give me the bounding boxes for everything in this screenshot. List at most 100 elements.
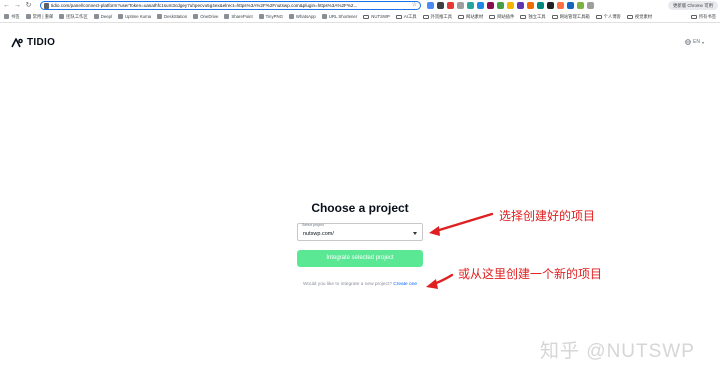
bookmark-label: URL Shortener bbox=[328, 14, 358, 19]
folder-icon bbox=[363, 14, 370, 19]
extension-icon[interactable] bbox=[487, 2, 494, 9]
extension-icon[interactable] bbox=[427, 2, 434, 9]
folder-icon bbox=[595, 14, 602, 19]
extension-icon[interactable] bbox=[467, 2, 474, 9]
extension-icon[interactable] bbox=[527, 2, 534, 9]
site-icon bbox=[288, 14, 294, 19]
extension-icon[interactable] bbox=[537, 2, 544, 9]
bookmark-item[interactable]: 个人博客 bbox=[595, 13, 621, 20]
bookmark-item[interactable]: 视觉素材 bbox=[626, 13, 653, 20]
all-bookmarks-label: 所有书签 bbox=[698, 13, 716, 19]
site-icon bbox=[59, 14, 65, 19]
extension-icon[interactable] bbox=[557, 2, 564, 9]
folder-icon bbox=[489, 14, 496, 19]
create-one-link[interactable]: Create one bbox=[393, 282, 417, 287]
extension-icon[interactable] bbox=[507, 2, 514, 9]
bookmark-item[interactable]: 网站插件 bbox=[489, 14, 514, 20]
bookmark-label: 常用 | 重邮 bbox=[32, 13, 54, 19]
arrowhead-icon bbox=[429, 226, 440, 236]
update-chrome-button[interactable]: 更新版 Chrome 可用 bbox=[668, 1, 718, 10]
bookmark-label: 网站插件 bbox=[497, 13, 515, 19]
site-icon bbox=[224, 14, 230, 19]
bookmark-item[interactable]: SharePoint bbox=[224, 14, 253, 19]
bookmark-label: 个人博客 bbox=[603, 13, 621, 19]
project-select[interactable]: Select project nutswp.com/ bbox=[297, 223, 423, 241]
bookmark-label: 网站素材 bbox=[466, 13, 484, 19]
select-label: Select project bbox=[302, 223, 324, 227]
reload-icon[interactable]: ↻ bbox=[24, 1, 33, 10]
extension-icon[interactable] bbox=[517, 2, 524, 9]
bookmark-item[interactable]: TinyPNG bbox=[258, 14, 283, 19]
star-icon[interactable]: ☆ bbox=[412, 2, 417, 9]
bookmark-label: DeskStation bbox=[164, 14, 188, 19]
globe-icon bbox=[685, 39, 691, 45]
site-icon bbox=[93, 14, 99, 19]
arrow-to-select bbox=[434, 212, 494, 233]
annotation-select-hint: 选择创建好的项目 bbox=[499, 209, 596, 223]
extension-icon[interactable] bbox=[587, 2, 594, 9]
bookmark-icon bbox=[4, 14, 9, 19]
extension-icon[interactable] bbox=[477, 2, 484, 9]
bookmark-label: 视觉素材 bbox=[634, 13, 653, 19]
extension-icon[interactable] bbox=[567, 2, 574, 9]
bookmark-item[interactable]: 网站管理工具箱 bbox=[551, 14, 590, 20]
folder-icon bbox=[395, 14, 402, 19]
annotation-create-hint: 或从这里创建一个新的项目 bbox=[458, 267, 603, 281]
extension-icon[interactable] bbox=[437, 2, 444, 9]
extension-icon[interactable] bbox=[497, 2, 504, 9]
lock-icon[interactable] bbox=[44, 3, 49, 9]
url-text: tidio.com/panel/connect-platform?userTok… bbox=[51, 3, 358, 8]
bookmark-item[interactable]: DeskStation bbox=[157, 14, 187, 19]
back-icon[interactable]: ← bbox=[2, 1, 11, 10]
bookmark-item[interactable]: 独立工具 bbox=[520, 13, 546, 20]
zhihu-watermark: 知乎 @NUTSWP bbox=[540, 341, 695, 362]
bookmark-item[interactable]: 常用 | 重邮 bbox=[25, 13, 54, 20]
bookmark-item[interactable]: URL Shortener bbox=[321, 14, 358, 19]
select-value: nutswp.com/ bbox=[303, 231, 334, 237]
browser-window: ← → ↻ tidio.com/panel/connect-platform?u… bbox=[0, 0, 720, 374]
bookmark-item[interactable]: Deepl bbox=[93, 14, 113, 19]
all-bookmarks-button[interactable]: 所有书签 bbox=[690, 12, 716, 21]
bookmarks-bar: 书签 常用 | 重邮 团队工作区 Deepl Uptime Kuma DeskStatio… bbox=[0, 12, 720, 21]
forward-icon[interactable]: → bbox=[13, 1, 22, 10]
annotation-arrows bbox=[426, 212, 494, 289]
language-selector[interactable]: EN ▾ bbox=[685, 39, 704, 45]
bookmark-label: 独立工具 bbox=[528, 13, 546, 19]
toolbar-divider bbox=[0, 22, 720, 23]
bookmark-item[interactable]: OneDrive bbox=[193, 14, 218, 19]
address-bar[interactable]: tidio.com/panel/connect-platform?userTok… bbox=[40, 1, 421, 10]
bookmark-label: 外贸推工具 bbox=[430, 13, 453, 19]
folder-icon bbox=[690, 14, 697, 19]
bookmark-item[interactable]: WhatsApp bbox=[288, 14, 316, 19]
folder-icon bbox=[626, 14, 633, 19]
bookmark-item[interactable]: 外贸推工具 bbox=[422, 13, 453, 20]
site-icon bbox=[25, 14, 31, 19]
extension-icon[interactable] bbox=[457, 2, 464, 9]
bookmark-label: WhatsApp bbox=[295, 14, 316, 19]
tidio-logo[interactable]: TIDIO bbox=[11, 37, 55, 48]
create-project-prompt: Would you like to integrate a new projec… bbox=[0, 282, 720, 287]
integrate-selected-project-button[interactable]: Integrate selected project bbox=[297, 250, 423, 267]
site-icon bbox=[258, 14, 264, 19]
extension-icon[interactable] bbox=[447, 2, 454, 9]
bookmark-label: Uptime Kuma bbox=[125, 14, 152, 19]
bookmark-item[interactable]: 团队工作区 bbox=[59, 14, 88, 20]
folder-icon bbox=[551, 14, 558, 19]
bookmark-item[interactable]: NUTSWP bbox=[363, 14, 390, 19]
bookmark-label: AI工具 bbox=[403, 13, 417, 19]
folder-icon bbox=[422, 14, 429, 19]
chevron-down-icon: ▾ bbox=[701, 39, 704, 45]
extension-icon[interactable] bbox=[547, 2, 554, 9]
bookmark-item[interactable]: Uptime Kuma bbox=[118, 14, 151, 19]
bookmark-item[interactable]: 书签 bbox=[4, 14, 20, 20]
bookmark-label: Deepl bbox=[100, 14, 113, 19]
extension-icon[interactable] bbox=[577, 2, 584, 9]
bookmark-label: TinyPNG bbox=[265, 14, 283, 19]
bookmark-label: OneDrive bbox=[200, 14, 219, 19]
bookmark-item[interactable]: 网站素材 bbox=[458, 14, 483, 20]
dropdown-caret-icon[interactable] bbox=[413, 232, 417, 235]
logo-text: TIDIO bbox=[27, 37, 56, 48]
bookmark-item[interactable]: AI工具 bbox=[395, 13, 417, 20]
bookmark-label: SharePoint bbox=[231, 14, 253, 19]
site-icon bbox=[321, 14, 327, 19]
